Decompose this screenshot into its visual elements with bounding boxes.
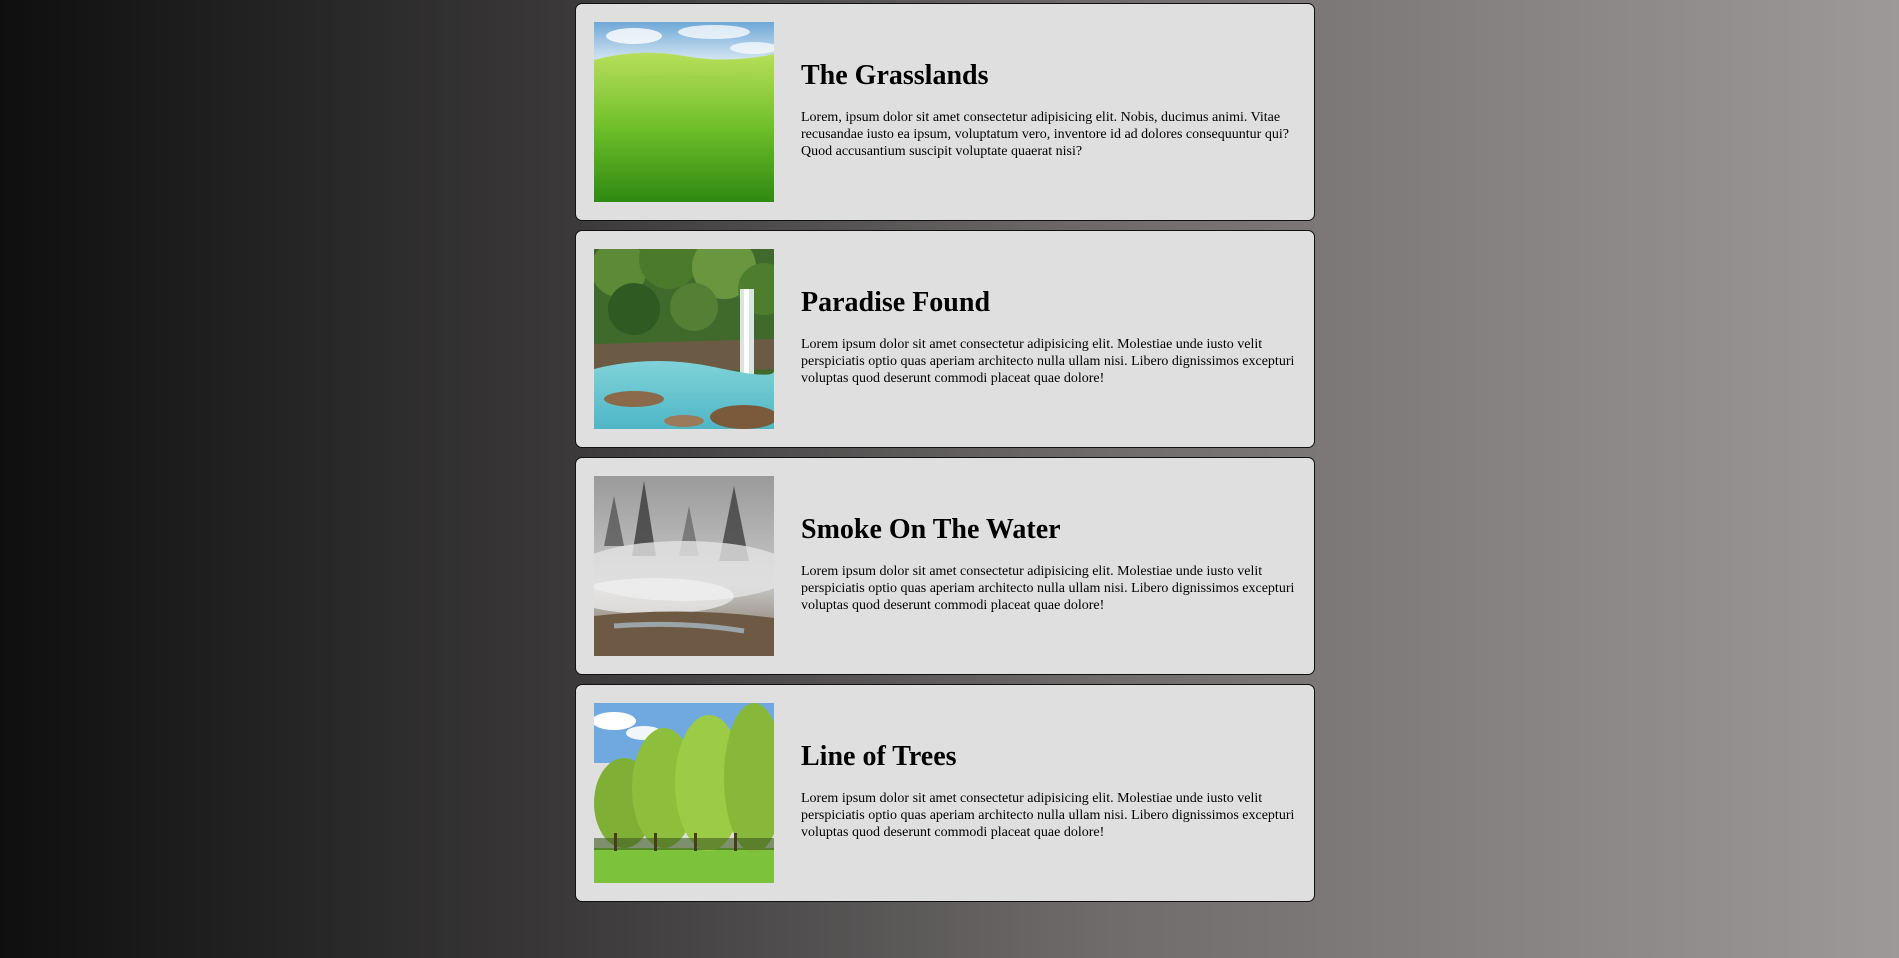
card-title: Line of Trees [801, 741, 957, 773]
card-text: Paradise Found Lorem ipsum dolor sit ame… [801, 231, 1304, 447]
grassland-image [594, 22, 774, 202]
waterfall-image [594, 249, 774, 429]
card-title: Paradise Found [801, 287, 991, 319]
tree-line-image [594, 703, 774, 883]
card-smoke-on-the-water: Smoke On The Water Lorem ipsum dolor sit… [575, 457, 1315, 675]
misty-water-image [594, 476, 774, 656]
card-description: Lorem ipsum dolor sit amet consectetur a… [801, 790, 1295, 840]
card-text: The Grasslands Lorem, ipsum dolor sit am… [801, 4, 1304, 220]
card-title: The Grasslands [801, 60, 989, 92]
card-paradise-found: Paradise Found Lorem ipsum dolor sit ame… [575, 230, 1315, 448]
card-description: Lorem, ipsum dolor sit amet consectetur … [801, 109, 1289, 159]
card-grasslands: The Grasslands Lorem, ipsum dolor sit am… [575, 3, 1315, 221]
card-title: Smoke On The Water [801, 514, 1061, 546]
card-text: Smoke On The Water Lorem ipsum dolor sit… [801, 458, 1304, 674]
card-line-of-trees: Line of Trees Lorem ipsum dolor sit amet… [575, 684, 1315, 902]
card-text: Line of Trees Lorem ipsum dolor sit amet… [801, 685, 1304, 901]
card-list: The Grasslands Lorem, ipsum dolor sit am… [575, 3, 1315, 911]
card-description: Lorem ipsum dolor sit amet consectetur a… [801, 336, 1295, 386]
card-description: Lorem ipsum dolor sit amet consectetur a… [801, 563, 1295, 613]
